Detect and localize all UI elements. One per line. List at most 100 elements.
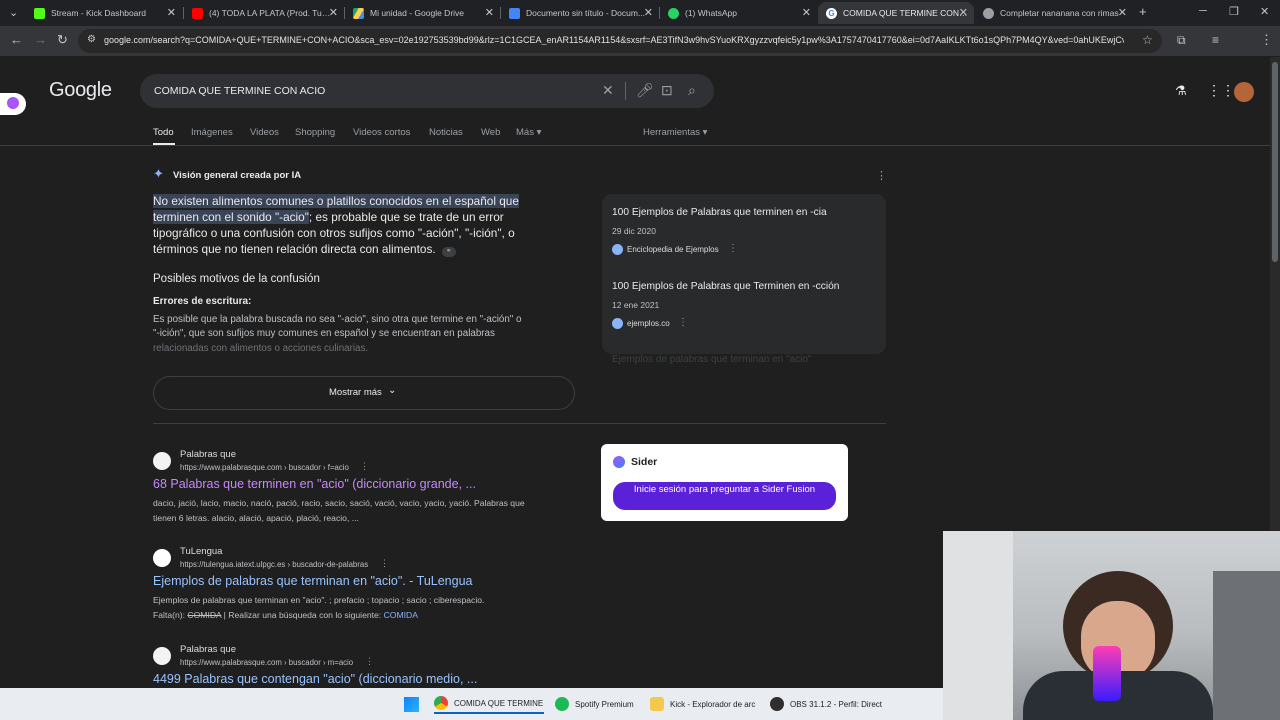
minimize-icon[interactable]: ─ [1199,5,1207,17]
tab-noticias[interactable]: Noticias [429,127,463,138]
close-tab-icon[interactable]: ✕ [1118,6,1127,19]
result-url[interactable]: https://tulengua.iatext.ulpgc.es › busca… [180,560,368,569]
media-controls-icon[interactable]: ≡ [1212,33,1219,47]
scrollbar-thumb[interactable] [1272,62,1278,262]
close-tab-icon[interactable]: ✕ [959,6,968,19]
close-tab-icon[interactable]: ✕ [329,6,338,19]
labs-flask-icon[interactable]: ⚗ [1175,83,1187,99]
result-missing-line: Falta(n): COMIDA | Realizar una búsqueda… [153,610,418,620]
search-input[interactable]: COMIDA QUE TERMINE CON ACIO [154,85,325,97]
address-bar[interactable]: ⚙ google.com/search?q=COMIDA+QUE+TERMINE… [78,29,1162,53]
missing-term: COMIDA [187,610,222,620]
ai-overview-header: Visión general creada por IA [173,170,302,181]
tab-web[interactable]: Web [481,127,500,138]
clear-search-icon[interactable]: ✕ [602,82,614,99]
tab-shopping[interactable]: Shopping [295,127,335,138]
ai-overview-menu-icon[interactable]: ⋮ [876,169,887,182]
result-snippet: dacio, jació, lacio, macio, nació, pació… [153,498,525,508]
search-with-link[interactable]: COMIDA [384,610,418,620]
ai-section-title: Posibles motivos de la confusión [153,273,320,285]
search-box[interactable]: COMIDA QUE TERMINE CON ACIO ✕ 🎤︎ ⊡ ⌕ [140,74,714,108]
close-tab-icon[interactable]: ✕ [644,6,653,19]
source-title-1[interactable]: 100 Ejemplos de Palabras que terminen en… [612,207,827,218]
result-site-name[interactable]: TuLengua [180,546,222,557]
tab-search-icon[interactable]: ⌄ [9,6,18,19]
windows-start-icon[interactable] [404,697,419,712]
site-info-icon[interactable]: ⚙ [87,34,96,45]
browser-tab-rimas[interactable]: Completar nananana con rimas ✕ [975,2,1133,24]
tab-videos-cortos[interactable]: Videos cortos [353,127,410,138]
browser-tab-whatsapp[interactable]: (1) WhatsApp ✕ [660,2,817,24]
close-tab-icon[interactable]: ✕ [802,6,811,19]
taskbar-explorer[interactable]: Kick - Explorador de arc [650,694,755,714]
chevron-down-icon: ⌄ [388,385,397,396]
apps-grid-icon[interactable]: ⋮⋮ [1207,82,1235,99]
taskbar-obs[interactable]: OBS 31.1.2 - Perfil: Direct [770,694,882,714]
show-more-button[interactable]: Mostrar más ⌄ [153,376,575,410]
site-favicon-icon [153,647,171,665]
back-arrow-icon[interactable]: ← [10,33,23,47]
taskbar-spotify[interactable]: Spotify Premium [555,694,634,714]
browser-toolbar: ← → ↻ ⚙ google.com/search?q=COMIDA+QUE+T… [0,26,1280,74]
bookmark-star-icon[interactable]: ☆ [1142,33,1153,47]
voice-search-icon[interactable]: 🎤︎ [636,82,654,99]
result-title[interactable]: 4499 Palabras que contengan "acio" (dicc… [153,672,477,686]
result-menu-icon[interactable]: ⋮ [365,656,374,667]
folder-icon [650,697,664,711]
taskbar-chrome[interactable]: COMIDA QUE TERMINE [434,694,544,714]
ai-lead-highlight-2: terminen con el sonido "-acio" [153,210,309,224]
link-chip-icon[interactable]: ⚭ [441,247,456,257]
reload-icon[interactable]: ↻ [57,33,68,47]
ai-lead-line-2: terminen con el sonido "-acio"; es proba… [153,210,504,224]
account-avatar[interactable] [1234,82,1254,102]
tab-todo[interactable]: Todo [153,127,174,138]
result-site-name[interactable]: Palabras que [180,449,236,460]
close-tab-icon[interactable]: ✕ [167,6,176,19]
tab-mas[interactable]: Más ▾ [516,127,541,138]
ai-lead-highlight-1: No existen alimentos comunes o platillos… [153,194,519,208]
maximize-icon[interactable]: ❐ [1229,5,1239,18]
extensions-icon[interactable]: ⧉ [1177,33,1186,47]
ai-overview-divider [153,423,886,424]
result-snippet: Ejemplos de palabras que terminan en "ac… [153,595,485,605]
result-title[interactable]: 68 Palabras que terminen en "acio" (dicc… [153,477,476,491]
browser-tab-docs[interactable]: Documento sin título - Docum... ✕ [501,2,659,24]
result-site-name[interactable]: Palabras que [180,644,236,655]
tools-button[interactable]: Herramientas ▾ [643,127,707,138]
search-divider [625,82,626,100]
result-title[interactable]: Ejemplos de palabras que terminan en "ac… [153,574,473,588]
result-url[interactable]: https://www.palabrasque.com › buscador ›… [180,658,353,667]
close-tab-icon[interactable]: ✕ [485,6,494,19]
tab-strip: ⌄ Stream - Kick Dashboard ✕ (4) TODA LA … [0,0,1280,26]
google-logo[interactable]: Google [49,79,112,102]
browser-tab-drive[interactable]: Mi unidad - Google Drive ✕ [345,2,500,24]
search-icon[interactable]: ⌕ [688,82,696,99]
result-url[interactable]: https://www.palabrasque.com › buscador ›… [180,463,349,472]
chrome-icon [434,696,448,710]
browser-menu-icon[interactable]: ⋮ [1260,33,1273,47]
ai-lead-line-3: tipográfico o una confusión con otros su… [153,226,515,240]
new-tab-button[interactable]: + [1139,4,1147,19]
source-menu-icon[interactable]: ⋮ [728,243,738,254]
sider-popup: Sider Inicie sesión para preguntar a Sid… [601,444,848,521]
close-window-icon[interactable]: ✕ [1260,5,1269,18]
source-title-2[interactable]: 100 Ejemplos de Palabras que Terminen en… [612,281,839,292]
source-site-2: ejemplos.co [627,319,670,328]
whatsapp-favicon-icon [668,7,679,19]
result-menu-icon[interactable]: ⋮ [380,558,389,569]
forward-arrow-icon[interactable]: → [34,33,47,47]
source-menu-icon[interactable]: ⋮ [678,317,688,328]
tab-imagenes[interactable]: Imágenes [191,127,233,138]
sider-sidebar-toggle[interactable] [0,93,26,115]
lens-search-icon[interactable]: ⊡ [661,82,673,99]
browser-tab-youtube[interactable]: (4) TODA LA PLATA (Prod. Tum... ✕ [184,2,344,24]
missing-mid: | Realizar una búsqueda con lo siguiente… [221,610,384,620]
ai-sources-panel [602,194,886,354]
result-menu-icon[interactable]: ⋮ [360,461,369,472]
address-bar-url[interactable]: google.com/search?q=COMIDA+QUE+TERMINE+C… [104,35,1124,45]
tab-videos[interactable]: Videos [250,127,279,138]
sider-logo-icon [613,456,625,468]
browser-tab-kick[interactable]: Stream - Kick Dashboard ✕ [26,2,182,24]
sider-login-button[interactable]: Inicie sesión para preguntar a Sider Fus… [613,482,836,510]
browser-tab-google-active[interactable]: G COMIDA QUE TERMINE CON A... ✕ [818,2,974,24]
